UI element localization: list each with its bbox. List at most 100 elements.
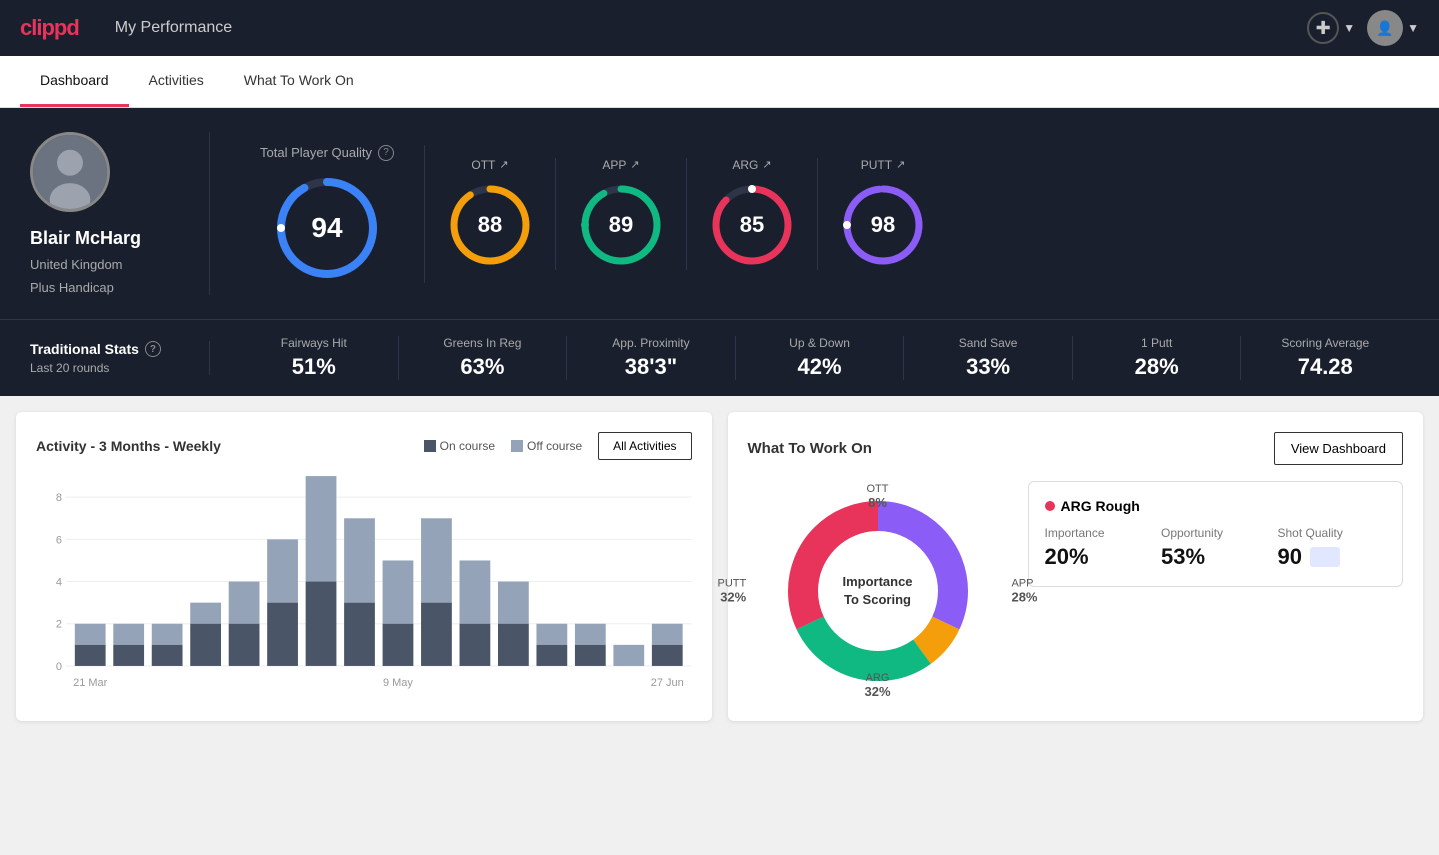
- player-handicap: Plus Handicap: [30, 280, 114, 295]
- trad-stat-updown-label: Up & Down: [789, 336, 850, 350]
- wtwo-metrics: Importance 20% Opportunity 53% Shot Qual…: [1045, 526, 1387, 570]
- trad-stat-gir: Greens In Reg 63%: [399, 336, 568, 380]
- metric-shot-quality: Shot Quality 90: [1278, 526, 1387, 570]
- trad-stat-proximity-value: 38'3": [625, 354, 677, 380]
- trad-stat-proximity-label: App. Proximity: [612, 336, 689, 350]
- arg-circle: 85: [707, 180, 797, 270]
- legend-on-course: On course: [424, 439, 495, 453]
- putt-score: PUTT ↗ 98: [818, 158, 948, 270]
- trad-stat-proximity: App. Proximity 38'3": [567, 336, 736, 380]
- tpq-section: Total Player Quality ? 94: [230, 145, 425, 283]
- wtwo-card-title: ARG Rough: [1045, 498, 1387, 514]
- view-dashboard-button[interactable]: View Dashboard: [1274, 432, 1403, 465]
- svg-text:2: 2: [56, 619, 62, 631]
- legend-off-course-dot: [511, 440, 523, 452]
- ott-value: 88: [478, 212, 502, 238]
- svg-text:21 Mar: 21 Mar: [73, 677, 108, 689]
- tab-dashboard[interactable]: Dashboard: [20, 56, 129, 107]
- svg-text:27 Jun: 27 Jun: [651, 677, 684, 689]
- tab-activities[interactable]: Activities: [129, 56, 224, 107]
- player-avatar: [30, 132, 110, 212]
- svg-text:4: 4: [56, 577, 62, 589]
- trad-stat-scoring: Scoring Average 74.28: [1241, 336, 1409, 380]
- trad-stat-scoring-value: 74.28: [1298, 354, 1353, 380]
- metric-opportunity-label: Opportunity: [1161, 526, 1270, 540]
- svg-text:0: 0: [56, 661, 62, 673]
- app-trend: ↗: [630, 158, 639, 171]
- wtwo-content: ImportanceTo Scoring OTT8% APP28% ARG32%…: [748, 481, 1404, 701]
- trad-stats-title: Traditional Stats ?: [30, 341, 179, 357]
- metric-importance-value: 20%: [1045, 544, 1154, 570]
- player-location: United Kingdom: [30, 257, 123, 272]
- card-red-dot: [1045, 501, 1055, 511]
- trad-stat-fairways-label: Fairways Hit: [281, 336, 347, 350]
- ott-label: OTT ↗: [471, 158, 508, 172]
- metric-opportunity: Opportunity 53%: [1161, 526, 1270, 570]
- tpq-label: Total Player Quality ?: [260, 145, 394, 161]
- app-score: APP ↗ 89: [556, 158, 687, 270]
- header-left: clippd My Performance: [20, 15, 232, 41]
- trad-stat-oneputt-value: 28%: [1135, 354, 1179, 380]
- scores-section: Total Player Quality ? 94 OTT ↗: [210, 145, 1409, 283]
- activity-chart-panel: Activity - 3 Months - Weekly On course O…: [16, 412, 712, 721]
- arg-value: 85: [740, 212, 764, 238]
- trad-stat-oneputt-label: 1 Putt: [1141, 336, 1172, 350]
- stats-panel: Blair McHarg United Kingdom Plus Handica…: [0, 108, 1439, 319]
- trad-stat-oneputt: 1 Putt 28%: [1073, 336, 1242, 380]
- all-activities-button[interactable]: All Activities: [598, 432, 691, 460]
- arg-label: ARG ↗: [732, 158, 771, 172]
- header: clippd My Performance ✚ ▼ 👤 ▼: [0, 0, 1439, 56]
- trad-stat-sandsave-value: 33%: [966, 354, 1010, 380]
- arg-score: ARG ↗ 85: [687, 158, 818, 270]
- donut-center-label: ImportanceTo Scoring: [842, 573, 912, 609]
- avatar[interactable]: 👤: [1367, 10, 1403, 46]
- player-info: Blair McHarg United Kingdom Plus Handica…: [30, 132, 210, 295]
- chart-title: Activity - 3 Months - Weekly: [36, 438, 221, 454]
- donut-chart-container: ImportanceTo Scoring OTT8% APP28% ARG32%…: [748, 481, 1008, 701]
- what-to-work-on-panel: What To Work On View Dashboard: [728, 412, 1424, 721]
- trad-stat-fairways-value: 51%: [292, 354, 336, 380]
- tabs-bar: Dashboard Activities What To Work On: [0, 56, 1439, 108]
- legend-off-course: Off course: [511, 439, 582, 453]
- ott-trend: ↗: [499, 158, 508, 171]
- wtwo-title: What To Work On: [748, 440, 872, 457]
- trad-stat-sandsave: Sand Save 33%: [904, 336, 1073, 380]
- add-button[interactable]: ✚ ▼: [1307, 12, 1355, 44]
- metric-opportunity-value: 53%: [1161, 544, 1270, 570]
- trad-stats-label: Traditional Stats ? Last 20 rounds: [30, 341, 210, 375]
- add-icon[interactable]: ✚: [1307, 12, 1339, 44]
- metric-importance: Importance 20%: [1045, 526, 1154, 570]
- traditional-stats: Traditional Stats ? Last 20 rounds Fairw…: [0, 319, 1439, 396]
- trad-stats-info-icon[interactable]: ?: [145, 341, 161, 357]
- putt-trend: ↗: [896, 158, 905, 171]
- app-label: APP ↗: [602, 158, 639, 172]
- svg-text:9 May: 9 May: [383, 677, 413, 689]
- header-title: My Performance: [115, 19, 232, 37]
- app-value: 89: [609, 212, 633, 238]
- metric-shot-quality-value: 90: [1278, 544, 1302, 570]
- shot-quality-indicator: [1310, 547, 1340, 567]
- trad-stat-updown: Up & Down 42%: [736, 336, 905, 380]
- svg-text:8: 8: [56, 492, 62, 504]
- user-avatar-button[interactable]: 👤 ▼: [1367, 10, 1419, 46]
- tab-what-to-work-on[interactable]: What To Work On: [224, 56, 374, 107]
- chart-legend: On course Off course: [424, 439, 583, 453]
- trad-stat-fairways: Fairways Hit 51%: [230, 336, 399, 380]
- donut-label-app: APP28%: [1011, 578, 1037, 605]
- trad-stat-gir-label: Greens In Reg: [443, 336, 521, 350]
- bottom-panels: Activity - 3 Months - Weekly On course O…: [0, 396, 1439, 737]
- tpq-info-icon[interactable]: ?: [378, 145, 394, 161]
- putt-label: PUTT ↗: [861, 158, 906, 172]
- chart-header: Activity - 3 Months - Weekly On course O…: [36, 432, 692, 460]
- logo: clippd: [20, 15, 79, 41]
- ott-score: OTT ↗ 88: [425, 158, 556, 270]
- app-circle: 89: [576, 180, 666, 270]
- wtwo-header: What To Work On View Dashboard: [748, 432, 1404, 465]
- ott-circle: 88: [445, 180, 535, 270]
- metric-shot-quality-label: Shot Quality: [1278, 526, 1387, 540]
- putt-circle: 98: [838, 180, 928, 270]
- legend-on-course-dot: [424, 440, 436, 452]
- avatar-dropdown-arrow: ▼: [1407, 21, 1419, 35]
- trad-stat-updown-value: 42%: [798, 354, 842, 380]
- tpq-value: 94: [311, 212, 342, 244]
